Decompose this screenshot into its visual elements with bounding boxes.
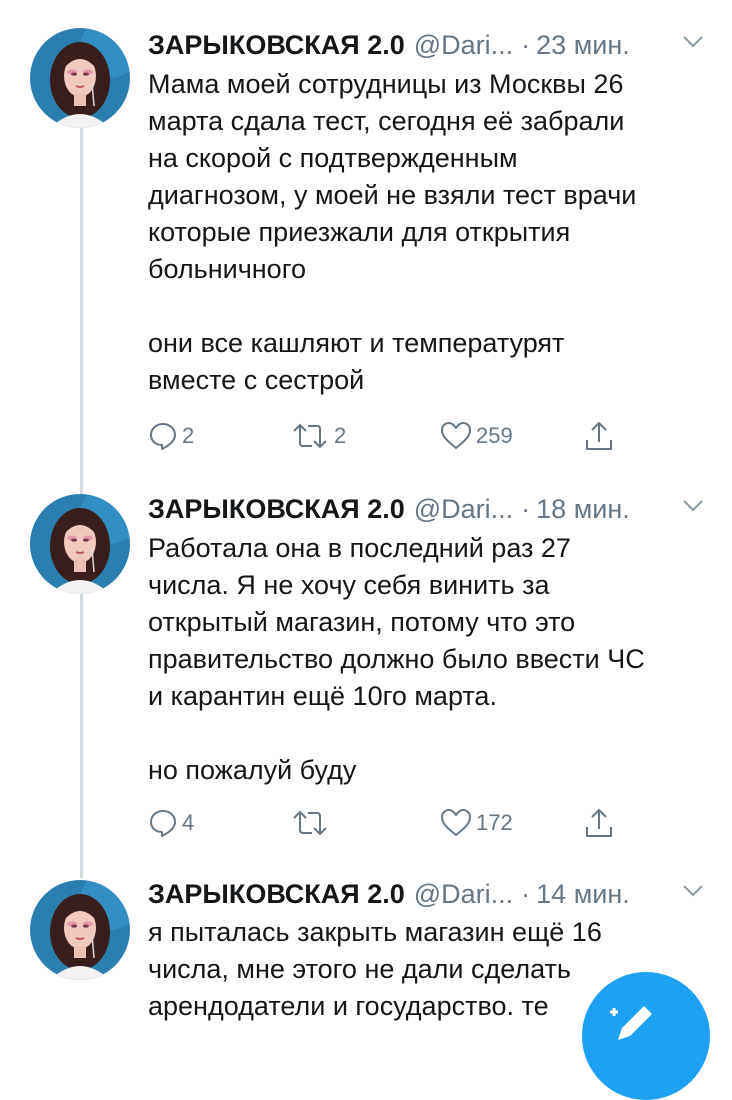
timestamp[interactable]: 18 мин. [536,494,630,525]
timestamp[interactable]: 14 мин. [536,879,630,910]
retweet-icon [293,810,327,836]
share-icon [586,808,612,837]
username[interactable]: @Dari... [414,879,513,910]
reply-button[interactable]: 2 [148,419,194,453]
tweet-text-line: и карантин ещё 10го марта. [148,681,497,711]
reply-count: 4 [182,810,195,835]
share-button[interactable] [584,806,614,840]
like-count: 259 [476,423,513,448]
retweet-count: 2 [334,423,347,448]
tweet-text-line: но пожалуй буду [148,755,357,785]
avatar[interactable] [30,494,130,594]
tweet-text: Мама моей сотрудницы из Москвы 26 марта … [148,66,718,399]
tweet-text-line: числа. Я не хочу себя винить за [148,570,550,600]
tweet-header: ЗАРЫКОВСКАЯ 2.0 @Dari... · 18 мин. [148,491,712,527]
compose-icon [610,1006,652,1040]
reply-icon [150,423,176,450]
separator-dot: · [521,878,531,909]
tweet-text-line: вместе с сестрой [148,365,365,395]
tweet-text-line: больничного [148,254,306,284]
tweet-actions: 2 2 259 [148,419,628,453]
display-name[interactable]: ЗАРЫКОВСКАЯ 2.0 [148,30,405,61]
like-button[interactable]: 172 [440,806,513,840]
like-count: 172 [476,810,513,835]
display-name[interactable]: ЗАРЫКОВСКАЯ 2.0 [148,494,405,525]
tweet-text-line: которые приезжали для открытия [148,217,571,247]
tweet-text-line: они все кашляют и температурят [148,328,565,358]
chevron-down-icon[interactable] [682,499,704,518]
retweet-button[interactable] [290,806,330,840]
tweet-text-line: Мама моей сотрудницы из Москвы 26 [148,69,624,99]
separator-dot: · [521,493,531,524]
chevron-down-icon[interactable] [682,35,704,54]
reply-icon [150,810,176,837]
tweet-actions: 4 172 [148,806,628,840]
tweet-text-line: открытый магазин, потому что это [148,607,576,637]
tweet-text-line: правительство должно было ввести ЧС [148,644,645,674]
reply-button[interactable]: 4 [148,806,194,840]
like-button[interactable]: 259 [440,419,513,453]
reply-count: 2 [182,423,195,448]
username[interactable]: @Dari... [414,494,513,525]
retweet-icon [293,423,327,449]
tweet-header: ЗАРЫКОВСКАЯ 2.0 @Dari... · 14 мин. [148,876,712,912]
avatar[interactable] [30,880,130,980]
retweet-button[interactable]: 2 [290,419,346,453]
avatar[interactable] [30,28,130,128]
share-button[interactable] [584,419,614,453]
tweet-text-line: Работала она в последний раз 27 [148,533,571,563]
chevron-down-icon[interactable] [682,884,704,903]
tweet-text: Работала она в последний раз 27 числа. Я… [148,530,718,789]
tweet-text-line: на скорой с подтвержденным [148,143,518,173]
display-name[interactable]: ЗАРЫКОВСКАЯ 2.0 [148,879,405,910]
tweet-text-line: марта сдала тест, сегодня её забрали [148,106,625,136]
separator-dot: · [521,29,531,60]
compose-button[interactable] [582,972,710,1100]
like-icon [441,422,471,449]
tweet-text-line: диагнозом, у моей не взяли тест врачи [148,180,637,210]
timestamp[interactable]: 23 мин. [536,30,630,61]
like-icon [441,809,471,836]
tweet-header: ЗАРЫКОВСКАЯ 2.0 @Dari... · 23 мин. [148,27,712,63]
share-icon [586,421,612,450]
tweet-text-line: я пыталась закрыть магазин ещё 16 [148,917,602,947]
username[interactable]: @Dari... [414,30,513,61]
